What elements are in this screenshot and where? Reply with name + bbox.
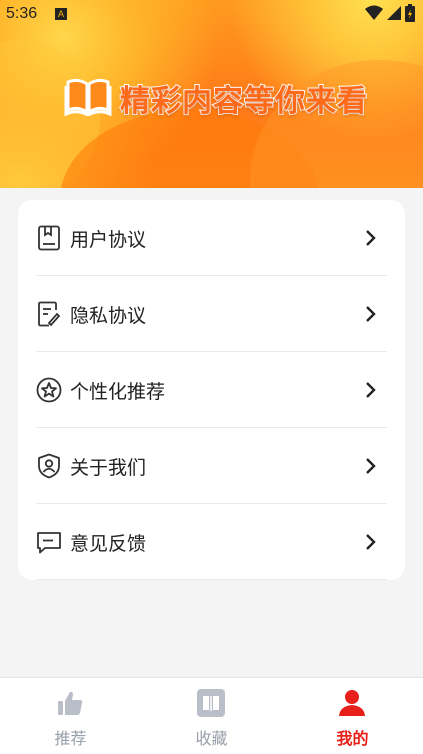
menu-item-label: 关于我们 <box>70 456 147 479</box>
menu-item-label: 意见反馈 <box>70 532 147 555</box>
tab-recommend[interactable]: 推荐 <box>0 678 141 754</box>
menu-item-personalized-recommendation[interactable]: 个性化推荐 <box>36 352 387 428</box>
privacy-document-icon <box>36 301 62 327</box>
shield-user-icon <box>36 453 62 479</box>
tab-mine[interactable]: 我的 <box>282 678 423 754</box>
notification-badge-icon: A <box>55 8 67 20</box>
menu-item-privacy-policy[interactable]: 隐私协议 <box>36 276 387 352</box>
menu-item-user-agreement[interactable]: 用户协议 <box>36 200 387 276</box>
star-badge-icon <box>36 377 62 403</box>
menu-item-label: 用户协议 <box>70 228 147 251</box>
agreement-icon <box>36 225 62 251</box>
menu-item-feedback[interactable]: 意见反馈 <box>36 504 387 580</box>
open-book-icon <box>64 76 112 120</box>
chevron-right-icon <box>366 534 376 550</box>
chevron-right-icon <box>366 382 376 398</box>
wifi-icon <box>365 5 383 25</box>
banner-slogan: 精彩内容等你来看 <box>64 76 368 120</box>
menu-item-label: 个性化推荐 <box>70 380 166 403</box>
settings-menu-card: 用户协议 隐私协议 个性化推荐 关于我们 意见反馈 <box>18 200 405 580</box>
tab-label: 收藏 <box>195 729 228 748</box>
banner-slogan-text: 精彩内容等你来看 <box>119 83 368 120</box>
bottom-tab-bar: 推荐 收藏 我的 <box>0 677 423 754</box>
thumbs-up-icon <box>58 691 83 715</box>
status-bar: 5:36 A <box>0 0 423 30</box>
bookshelf-icon <box>197 689 225 717</box>
menu-item-about-us[interactable]: 关于我们 <box>36 428 387 504</box>
status-time: 5:36 <box>6 5 38 22</box>
tab-label: 我的 <box>336 729 369 748</box>
signal-icon <box>387 5 401 25</box>
chevron-right-icon <box>366 306 376 322</box>
tab-label: 推荐 <box>54 729 87 748</box>
menu-item-label: 隐私协议 <box>70 304 147 327</box>
feedback-message-icon <box>36 529 62 555</box>
chevron-right-icon <box>366 230 376 246</box>
tab-favorites[interactable]: 收藏 <box>141 678 282 754</box>
chevron-right-icon <box>366 458 376 474</box>
profile-icon <box>339 690 365 716</box>
battery-icon <box>405 4 415 26</box>
